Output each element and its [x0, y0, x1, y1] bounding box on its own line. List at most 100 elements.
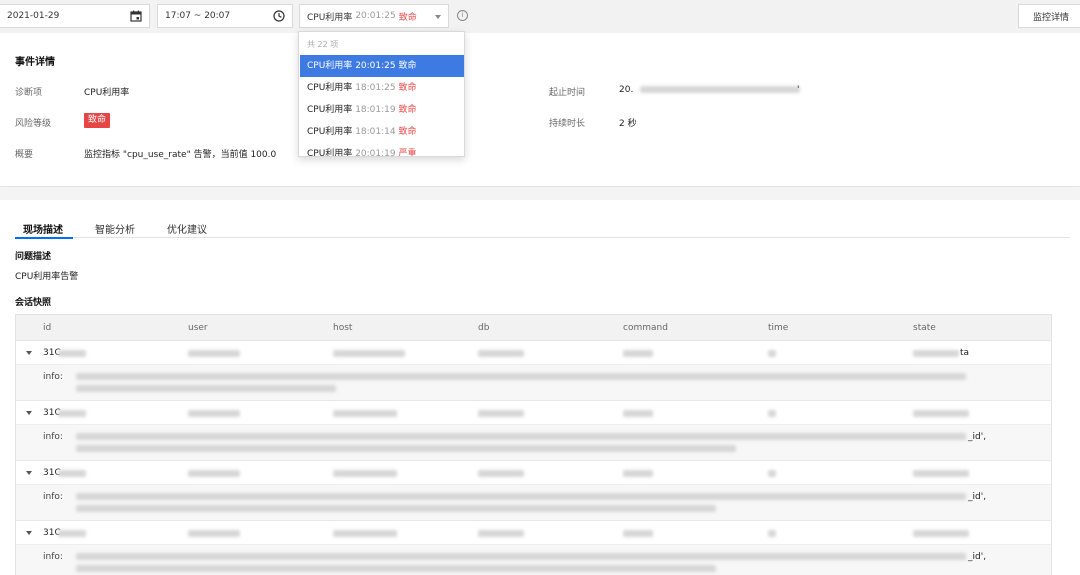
tab-smart-analysis[interactable]: 智能分析 [95, 221, 135, 236]
table-row: 31C info: _id', [16, 461, 1051, 521]
column-header[interactable]: time [768, 323, 788, 333]
table-row-info: info: [16, 365, 1051, 401]
dropdown-item[interactable]: CPU利用率 20:01:25 致命 [300, 55, 464, 77]
redacted-state [913, 530, 969, 537]
redacted-command [623, 530, 653, 537]
time-range-picker[interactable]: 17:07 ~ 20:07 [157, 4, 293, 28]
tab-scene-description[interactable]: 现场描述 [23, 221, 63, 236]
redacted-id [58, 530, 86, 537]
tab-bar: 现场描述 智能分析 优化建议 [15, 216, 1070, 239]
info-label: info: [43, 432, 63, 442]
column-header[interactable]: state [913, 323, 936, 333]
chevron-down-icon [435, 15, 441, 19]
table-row-main[interactable]: 31C ta [16, 341, 1051, 365]
problem-text: CPU利用率告警 [15, 272, 79, 282]
item-level: 致命 [398, 61, 417, 71]
redacted-info-line [76, 493, 966, 500]
info-tail: _id', [968, 432, 987, 442]
column-header[interactable]: user [188, 323, 208, 333]
dropdown-item[interactable]: CPU利用率 20:01:19 严重 [300, 143, 464, 157]
summary-value: 监控指标 "cpu_use_rate" 告警，当前值 100.0 [84, 150, 277, 160]
time-span-label: 起止时间 [549, 88, 586, 98]
info-label: info: [43, 492, 63, 502]
redacted-info-line [76, 505, 716, 512]
session-snapshot-table: id user host db command time state 31C t… [15, 314, 1052, 575]
table-row: 31C ta info: [16, 341, 1051, 401]
date-value: 2021-01-29 [7, 11, 60, 21]
redacted-user [188, 470, 240, 477]
top-toolbar: 2021-01-29 17:07 ~ 20:07 CPU利用率 20:01:25… [0, 0, 1080, 33]
table-row-info: info: _id', [16, 485, 1051, 521]
table-row-main[interactable]: 31C [16, 521, 1051, 545]
redacted-state [913, 410, 969, 417]
risk-badge: 致命 [84, 113, 111, 128]
redacted-info-line [76, 433, 966, 440]
time-span-value-end: ' [797, 85, 800, 95]
redacted-time [768, 530, 776, 537]
item-name: CPU利用率 [307, 83, 353, 93]
redacted-info-line [76, 373, 966, 380]
info-icon[interactable]: i [457, 10, 468, 21]
clock-icon [273, 10, 285, 22]
item-time: 18:01:14 [355, 127, 396, 137]
redacted-host [333, 350, 405, 357]
redacted-user [188, 350, 240, 357]
table-row: 31C info: _id', [16, 521, 1051, 575]
table-row-main[interactable]: 31C [16, 461, 1051, 485]
redacted-command [623, 470, 653, 477]
info-tail: _id', [968, 492, 987, 502]
summary-label: 概要 [15, 150, 34, 160]
item-name: CPU利用率 [307, 61, 353, 71]
expand-toggle-icon[interactable] [26, 471, 32, 475]
snapshot-title: 会话快照 [15, 298, 52, 308]
problem-title: 问题描述 [15, 252, 52, 262]
duration-label: 持续时长 [549, 119, 586, 129]
info-tail: _id', [968, 552, 987, 562]
table-header: id user host db command time state [16, 315, 1051, 341]
item-level: 致命 [398, 83, 417, 93]
redacted-id [58, 350, 86, 357]
item-name: CPU利用率 [307, 105, 353, 115]
expand-toggle-icon[interactable] [26, 411, 32, 415]
dropdown-item[interactable]: CPU利用率 18:01:19 致命 [300, 99, 464, 121]
item-level: 致命 [398, 127, 417, 137]
redacted-user [188, 410, 240, 417]
calendar-icon [130, 10, 142, 22]
redacted-id [58, 410, 86, 417]
time-span-value-start: 20. [619, 85, 634, 95]
dropdown-item[interactable]: CPU利用率 18:01:25 致命 [300, 77, 464, 99]
redacted-info-line [76, 385, 336, 392]
dropdown-item[interactable]: CPU利用率 18:01:14 致命 [300, 121, 464, 143]
column-header[interactable]: command [623, 323, 668, 333]
tab-optimization-advice[interactable]: 优化建议 [167, 221, 207, 236]
table-row-main[interactable]: 31C [16, 401, 1051, 425]
expand-toggle-icon[interactable] [26, 531, 32, 535]
redacted-db [478, 530, 524, 537]
info-label: info: [43, 372, 63, 382]
event-select[interactable]: CPU利用率 20:01:25 致命 [299, 4, 449, 28]
redacted-time [768, 470, 776, 477]
redacted-info-line [76, 565, 716, 572]
table-row-info: info: _id', [16, 545, 1051, 575]
risk-label: 风险等级 [15, 119, 52, 129]
redacted-time [768, 410, 776, 417]
active-tab-indicator [15, 237, 73, 239]
expand-toggle-icon[interactable] [26, 351, 32, 355]
table-row-info: info: _id', [16, 425, 1051, 461]
dropdown-count: 共 22 项 [307, 40, 339, 49]
column-header[interactable]: id [43, 323, 51, 333]
table-row: 31C info: _id', [16, 401, 1051, 461]
redacted-db [478, 410, 524, 417]
redacted-user [188, 530, 240, 537]
redacted-db [478, 350, 524, 357]
column-header[interactable]: db [478, 323, 489, 333]
redacted-host [333, 530, 397, 537]
redacted-db [478, 470, 524, 477]
item-level: 致命 [398, 105, 417, 115]
column-header[interactable]: host [333, 323, 352, 333]
date-picker[interactable]: 2021-01-29 [0, 4, 150, 28]
redacted-info-line [76, 553, 966, 560]
time-range-value: 17:07 ~ 20:07 [165, 11, 231, 21]
monitor-details-button[interactable]: 监控详情 [1018, 4, 1080, 28]
item-name: CPU利用率 [307, 149, 353, 157]
